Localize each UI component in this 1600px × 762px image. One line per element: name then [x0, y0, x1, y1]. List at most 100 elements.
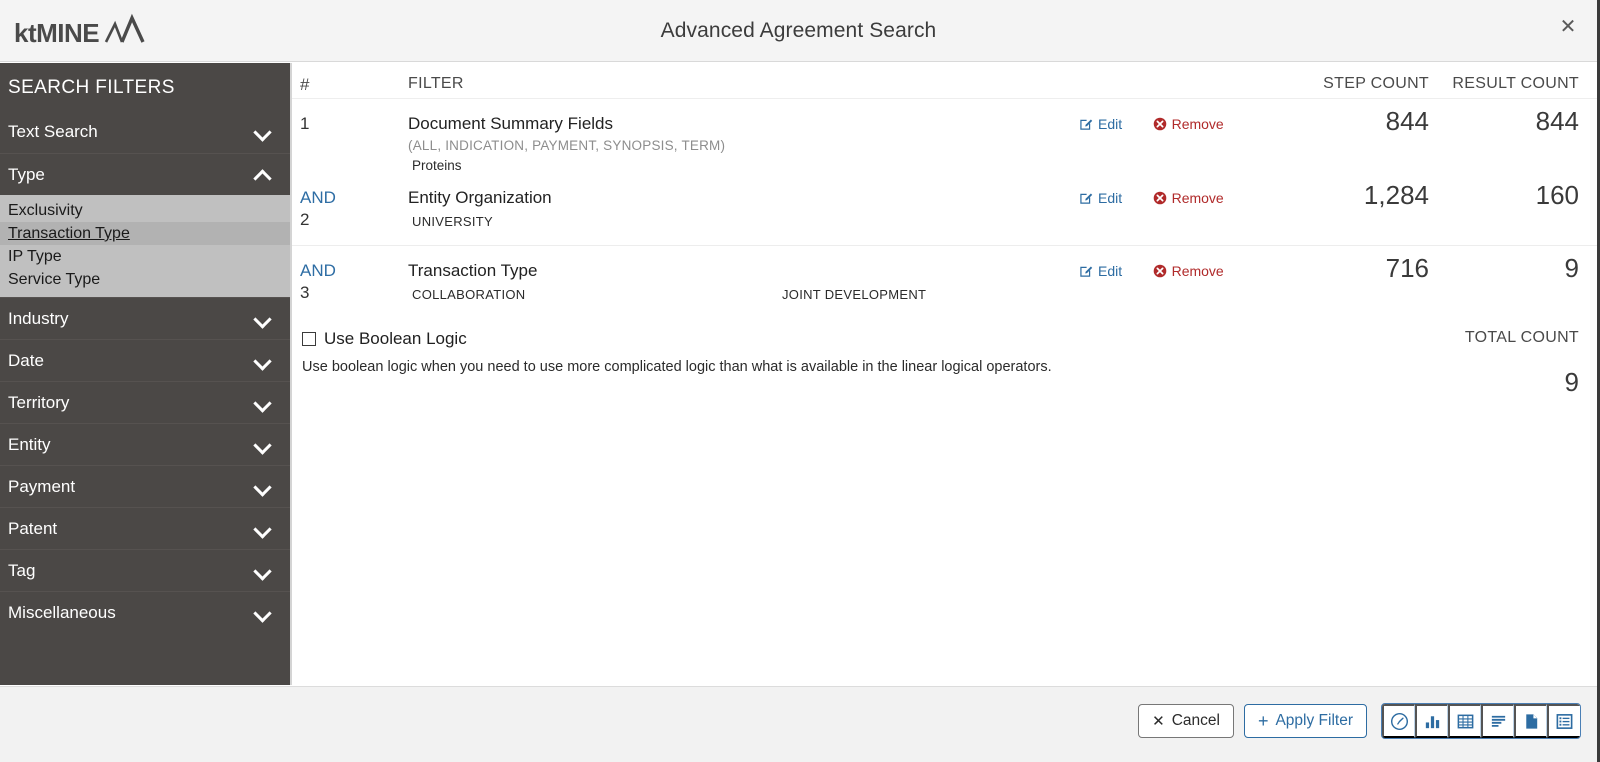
sidebar-subitems-type: Exclusivity Transaction Type IP Type Ser… [0, 195, 290, 297]
sidebar-group-label: Date [8, 350, 44, 370]
sidebar-title: SEARCH FILTERS [8, 77, 175, 98]
row-number-cell: AND 2 [300, 173, 408, 231]
col-header-filter: FILTER [408, 75, 464, 92]
col-header-result-count: RESULT COUNT [1452, 75, 1579, 92]
apply-filter-button[interactable]: + Apply Filter [1243, 704, 1367, 738]
row-step-count-cell: 716 [1279, 246, 1429, 284]
footer-actions: ✕ Cancel + Apply Filter [1138, 703, 1581, 739]
result-count-value: 9 [1564, 253, 1579, 283]
table-header-row: # FILTER STEP COUNT RESULT COUNT [292, 63, 1597, 99]
edit-button[interactable]: Edit [1079, 264, 1122, 278]
filter-steps-table: # FILTER STEP COUNT RESULT COUNT 1 Docum… [292, 63, 1597, 317]
row-index: 2 [300, 210, 310, 229]
list-alt-icon[interactable] [1547, 704, 1580, 738]
plus-icon: + [1257, 711, 1269, 731]
filter-name: Entity Organization [408, 188, 552, 207]
remove-circle-x-icon [1153, 117, 1166, 131]
sidebar-item-exclusivity[interactable]: Exclusivity [0, 199, 290, 222]
use-boolean-logic-label: Use Boolean Logic [324, 329, 467, 348]
remove-button[interactable]: Remove [1153, 117, 1224, 131]
sidebar-group-label: Type [8, 164, 45, 184]
row-actions-cell: Edit Remove [1079, 173, 1279, 207]
result-count-value: 160 [1535, 180, 1579, 210]
document-page-icon[interactable] [1514, 704, 1547, 738]
sidebar-group-territory[interactable]: Territory [0, 381, 290, 423]
sidebar-item-transaction-type[interactable]: Transaction Type [0, 222, 290, 245]
filter-values: COLLABORATION JOINT DEVELOPMENT [408, 287, 1079, 302]
edit-label: Edit [1098, 189, 1123, 206]
chevron-up-icon [254, 166, 272, 184]
chevron-down-icon [254, 604, 272, 622]
table-row: AND 3 Transaction Type COLLABORATION JOI… [292, 245, 1597, 317]
use-boolean-logic-checkbox[interactable] [302, 332, 316, 346]
sidebar-group-label: Industry [8, 308, 69, 328]
sidebar-group-industry[interactable]: Industry [0, 297, 290, 339]
result-count-value: 844 [1535, 106, 1579, 136]
col-header-number: # [300, 75, 310, 94]
filter-name: Document Summary Fields [408, 114, 614, 133]
total-count-label: TOTAL COUNT [1464, 329, 1579, 346]
edit-button[interactable]: Edit [1079, 117, 1122, 131]
sidebar-group-tag[interactable]: Tag [0, 549, 290, 591]
remove-button[interactable]: Remove [1153, 264, 1224, 278]
sidebar-item-ip-type[interactable]: IP Type [0, 245, 290, 268]
row-filter-cell: Entity Organization UNIVERSITY [408, 173, 1079, 229]
sidebar-group-date[interactable]: Date [0, 339, 290, 381]
apply-filter-label: Apply Filter [1275, 712, 1353, 729]
edit-label: Edit [1098, 115, 1123, 132]
remove-label: Remove [1171, 189, 1224, 206]
remove-label: Remove [1171, 262, 1224, 279]
row-operator: AND [300, 188, 336, 207]
window-title: Advanced Agreement Search [660, 19, 937, 42]
boolean-logic-block: Use Boolean Logic Use boolean logic when… [292, 317, 1597, 398]
sidebar-group-patent[interactable]: Patent [0, 507, 290, 549]
titlebar: ktMINE Advanced Agreement Search ✕ [0, 0, 1597, 62]
edit-button[interactable]: Edit [1079, 191, 1122, 205]
edit-pencil-icon [1080, 119, 1093, 130]
chevron-down-icon [254, 394, 272, 412]
filter-steps-panel: # FILTER STEP COUNT RESULT COUNT 1 Docum… [292, 63, 1597, 685]
edit-pencil-icon [1080, 266, 1093, 277]
boolean-logic-left: Use Boolean Logic Use boolean logic when… [300, 329, 1279, 398]
row-index: 1 [300, 114, 310, 133]
cancel-button[interactable]: ✕ Cancel [1138, 704, 1234, 738]
step-count-value: 844 [1385, 106, 1429, 136]
close-x-icon: ✕ [1152, 712, 1165, 730]
sidebar-group-text-search[interactable]: Text Search [0, 111, 290, 153]
sidebar-group-entity[interactable]: Entity [0, 423, 290, 465]
advanced-agreement-search-dialog: ktMINE Advanced Agreement Search ✕ SEARC… [0, 0, 1600, 762]
row-index: 3 [300, 283, 310, 302]
sidebar-group-payment[interactable]: Payment [0, 465, 290, 507]
list-lines-icon[interactable] [1481, 704, 1514, 738]
filter-fields: (ALL, INDICATION, PAYMENT, SYNOPSIS, TER… [408, 138, 726, 153]
table-grid-icon[interactable] [1448, 704, 1481, 738]
row-operator: AND [300, 261, 336, 280]
close-icon[interactable]: ✕ [1551, 10, 1585, 44]
table-row: 1 Document Summary Fields (ALL, INDICATI… [292, 99, 1597, 173]
sidebar-group-label: Text Search [8, 122, 98, 141]
remove-circle-x-icon [1153, 264, 1166, 278]
row-result-count-cell: 844 [1429, 99, 1579, 137]
remove-button[interactable]: Remove [1153, 191, 1224, 205]
dialog-footer: ✕ Cancel + Apply Filter [0, 686, 1597, 762]
total-count-value: 9 [1564, 367, 1579, 397]
search-filters-sidebar: SEARCH FILTERS Text Search Type Exclusiv… [0, 63, 290, 685]
row-actions-cell: Edit Remove [1079, 99, 1279, 133]
bar-chart-icon[interactable] [1415, 704, 1448, 738]
dashboard-gauge-icon[interactable] [1382, 704, 1415, 738]
total-count-block: TOTAL COUNT 9 [1279, 329, 1579, 398]
sidebar-group-type[interactable]: Type [0, 153, 290, 195]
remove-label: Remove [1171, 115, 1224, 132]
sidebar-group-label: Entity [8, 434, 51, 454]
row-filter-cell: Transaction Type COLLABORATION JOINT DEV… [408, 246, 1079, 302]
sidebar-item-service-type[interactable]: Service Type [0, 268, 290, 291]
filter-name: Transaction Type [408, 261, 538, 280]
use-boolean-logic-checkbox-row[interactable]: Use Boolean Logic [302, 329, 1279, 349]
col-header-step-count: STEP COUNT [1323, 75, 1429, 92]
filter-value: Proteins [412, 158, 462, 173]
cancel-label: Cancel [1171, 712, 1220, 729]
sidebar-group-miscellaneous[interactable]: Miscellaneous [0, 591, 290, 633]
edit-label: Edit [1098, 262, 1123, 279]
row-step-count-cell: 1,284 [1279, 173, 1429, 211]
sidebar-group-label: Miscellaneous [8, 602, 116, 622]
